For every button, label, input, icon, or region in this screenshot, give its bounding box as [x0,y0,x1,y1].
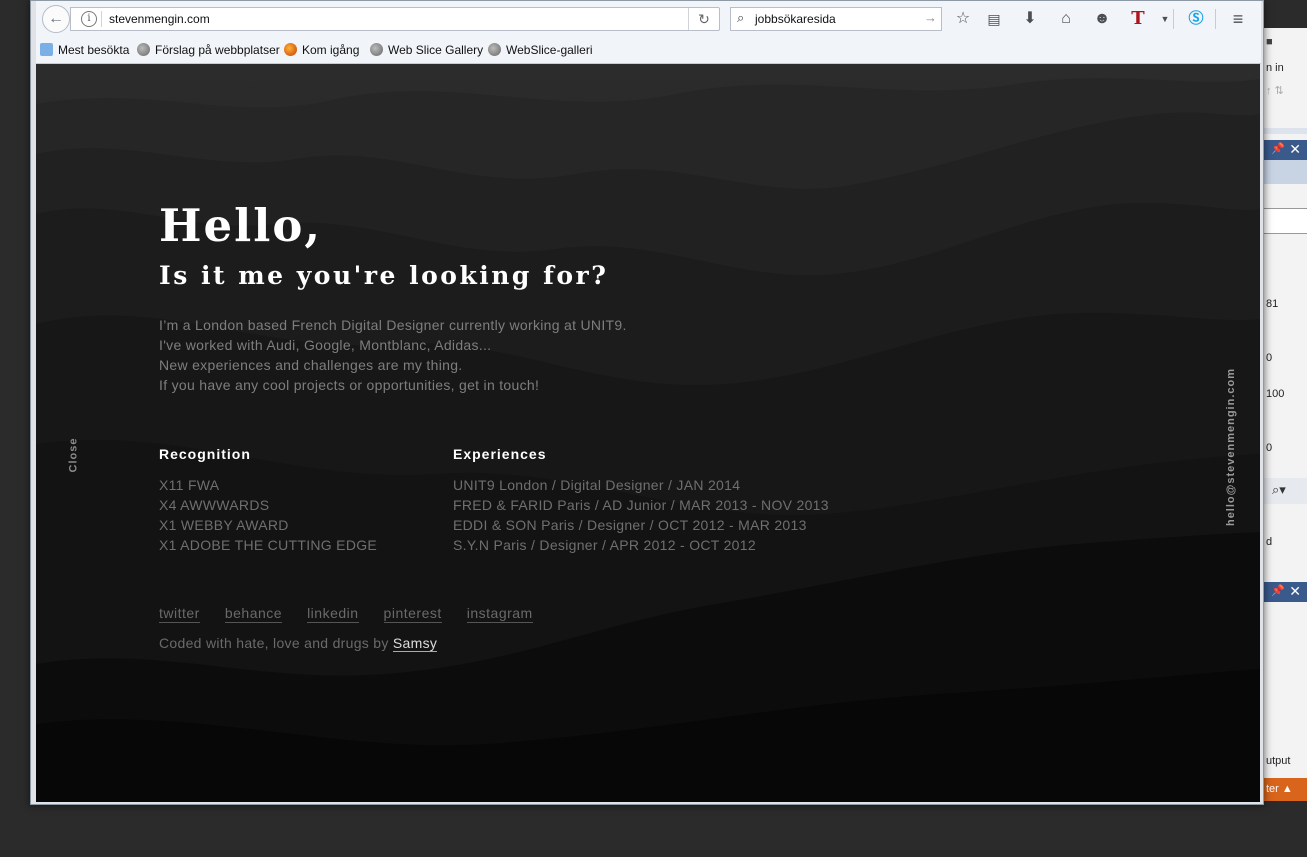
credits-prefix: Coded with hate, love and drugs by [159,635,389,651]
list-item: EDDI & SON Paris / Designer / OCT 2012 -… [453,517,807,533]
toolbar-divider [1215,9,1216,29]
back-arrow-icon: ← [48,10,64,27]
experiences-list: UNIT9 London / Digital Designer / JAN 20… [453,475,829,555]
recognition-title: Recognition [159,446,251,462]
list-item: X4 AWWWARDS [159,497,270,513]
list-item: UNIT9 London / Digital Designer / JAN 20… [453,477,741,493]
reload-icon[interactable]: ↻ [688,8,719,30]
bookmark-label: Förslag på webbplatser [155,43,280,57]
scroll-arrows-icon[interactable]: ↑ ⇅ [1266,84,1284,97]
bookmark-web-slice-gallery[interactable]: Web Slice Gallery [370,43,483,57]
bg-label-d: d [1266,536,1273,548]
credits-text: Coded with hate, love and drugs by Samsy [159,635,438,652]
search-input[interactable]: jobbsökaresida [755,12,836,26]
bg-value-0b: 0 [1266,442,1273,454]
list-item: X11 FWA [159,477,220,493]
url-text[interactable]: stevenmengin.com [109,12,210,26]
back-button[interactable]: ← [42,5,70,33]
reading-list-icon[interactable]: ▤ [983,8,1005,30]
bg-input[interactable] [1262,208,1307,234]
star-icon[interactable]: ☆ [952,8,974,30]
intro-line: I’m a London based French Digital Design… [159,317,627,333]
bg-status-bar: ter ▲ [1262,778,1307,801]
pin-icon[interactable]: 📌 [1271,142,1285,155]
list-item: FRED & FARID Paris / AD Junior / MAR 201… [453,497,829,513]
t-extension-icon[interactable]: T [1127,8,1149,30]
bg-panel-toolbar [1262,160,1307,184]
browser-window: ← i stevenmengin.com ↻ ⌕ jobbsökaresida … [30,0,1264,805]
info-icon[interactable]: i [81,11,97,27]
bg-value-0a: 0 [1266,352,1273,364]
page-content: Hello, Is it me you're looking for? I’m … [36,64,1260,802]
toolbar-divider [1173,9,1174,29]
most-visited-icon [40,43,53,56]
bg-search-row: ⌕▾ [1262,478,1307,504]
search-bar[interactable]: ⌕ jobbsökaresida → [730,7,942,31]
bookmark-label: Kom igång [302,43,360,57]
bg-label-in: n in [1266,62,1284,74]
bg-value-81: 81 [1266,298,1279,310]
instagram-link[interactable]: instagram [466,605,533,623]
bookmarks-bar: Mest besökta Förslag på webbplatser Kom … [36,37,1261,64]
download-icon[interactable]: ⬇ [1019,8,1041,30]
close-icon[interactable]: ✕ [1289,141,1301,158]
menu-icon[interactable]: ≡ [1227,8,1249,30]
bg-panel-header: 📌 ✕ [1262,140,1307,160]
intro-line: I've worked with Audi, Google, Montblanc… [159,337,492,353]
skype-icon[interactable]: Ⓢ [1185,8,1207,30]
pin-icon[interactable]: 📌 [1271,584,1285,597]
twitter-link[interactable]: twitter [159,605,200,623]
search-go-icon[interactable]: → [924,10,937,25]
nav-toolbar: ← i stevenmengin.com ↻ ⌕ jobbsökaresida … [36,1,1261,37]
search-icon: ⌕ [737,10,745,25]
mountain-background [36,64,1260,802]
list-item: X1 WEBBY AWARD [159,517,289,533]
list-item: X1 ADOBE THE CUTTING EDGE [159,537,378,553]
bookmark-get-started[interactable]: Kom igång [284,43,359,57]
behance-link[interactable]: behance [224,605,283,623]
bookmark-label: Mest besökta [58,43,130,57]
bookmark-most-visited[interactable]: Mest besökta [40,43,129,57]
tagline-heading: Is it me you're looking for? [159,261,609,290]
email-link[interactable]: hello@stevenmengin.com [1225,367,1237,527]
bg-divider [1262,128,1307,134]
search-icon[interactable]: ⌕▾ [1272,482,1286,498]
intro-line: New experiences and challenges are my th… [159,357,463,373]
firefox-icon [284,43,297,56]
bg-panel-header-2: 📌 ✕ [1262,582,1307,602]
bookmark-suggested-sites[interactable]: Förslag på webbplatser [137,43,280,57]
intro-text: I’m a London based French Digital Design… [159,315,627,395]
hello-heading: Hello, [159,199,323,252]
intro-line: If you have any cool projects or opportu… [159,377,540,393]
linkedin-link[interactable]: linkedin [307,605,359,623]
background-app-window: ■ n in ↑ ⇅ 📌 ✕ 81 0 100 0 ⌕▾ d 📌 ✕ utput… [1262,28,1307,801]
globe-icon [488,43,501,56]
home-icon[interactable]: ⌂ [1055,8,1077,30]
author-link[interactable]: Samsy [392,635,438,652]
bg-label-output: utput [1266,755,1291,767]
recognition-list: X11 FWA X4 AWWWARDS X1 WEBBY AWARD X1 AD… [159,475,377,555]
close-button[interactable]: Close [67,438,79,473]
pinterest-link[interactable]: pinterest [383,605,442,623]
stop-icon[interactable]: ■ [1266,36,1273,48]
bg-label-ter: ter ▲ [1266,783,1293,795]
social-links: twitter behance linkedin pinterest instagram [159,605,558,623]
bookmark-webslice-galleri[interactable]: WebSlice-galleri [488,43,592,57]
experiences-title: Experiences [453,446,547,462]
bg-value-100: 100 [1266,388,1285,400]
close-icon[interactable]: ✕ [1289,583,1301,600]
globe-icon [370,43,383,56]
url-divider [101,11,102,27]
list-item: S.Y.N Paris / Designer / APR 2012 - OCT … [453,537,756,553]
chat-icon[interactable]: ☻ [1091,8,1113,30]
globe-icon [137,43,150,56]
bookmark-label: Web Slice Gallery [388,43,484,57]
bookmark-label: WebSlice-galleri [506,43,593,57]
url-bar[interactable]: i stevenmengin.com ↻ [70,7,720,31]
